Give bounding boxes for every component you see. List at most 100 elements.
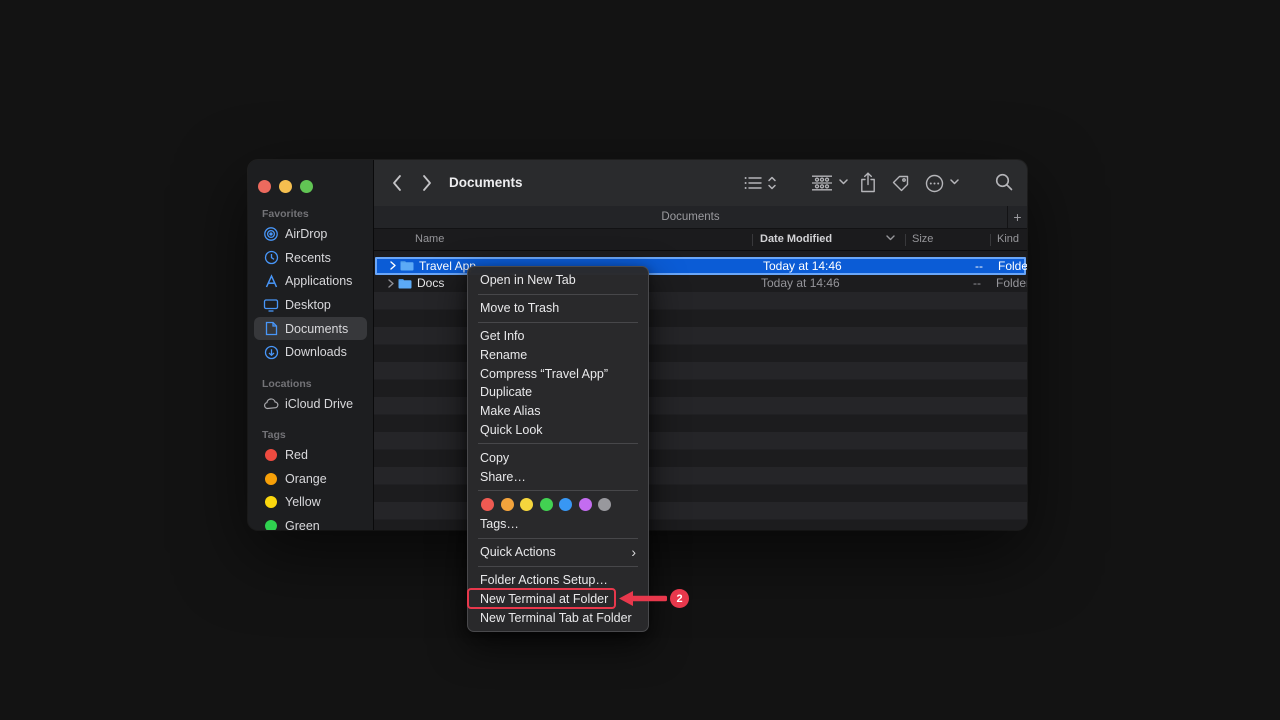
menu-item-label: Folder Actions Setup…	[480, 573, 608, 587]
file-kind: Folder	[998, 259, 1027, 273]
window-title: Documents	[449, 175, 523, 190]
menu-item-rename[interactable]: Rename	[468, 345, 648, 364]
column-header-date-modified[interactable]: Date Modified	[760, 233, 832, 245]
column-header-kind[interactable]: Kind	[997, 233, 1019, 245]
column-header-name[interactable]: Name	[415, 233, 444, 245]
menu-separator	[478, 294, 638, 295]
menu-separator	[478, 538, 638, 539]
menu-item-make-alias[interactable]: Make Alias	[468, 402, 648, 421]
desktop: Favorites AirDrop Recents	[0, 0, 1280, 720]
tag-swatch-gray[interactable]	[598, 498, 611, 511]
sidebar: Favorites AirDrop Recents	[248, 160, 374, 530]
new-tab-button[interactable]: +	[1007, 206, 1027, 228]
menu-item-duplicate[interactable]: Duplicate	[468, 383, 648, 402]
file-date-modified: Today at 14:46	[763, 259, 842, 273]
menu-item-label: Open in New Tab	[480, 273, 576, 287]
window-controls	[258, 180, 313, 193]
menu-item-open-in-new-tab[interactable]: Open in New Tab	[468, 271, 648, 290]
menu-item-label: New Terminal Tab at Folder	[480, 611, 632, 625]
menu-item-compress[interactable]: Compress “Travel App”	[468, 364, 648, 383]
minimize-button[interactable]	[279, 180, 292, 193]
column-divider[interactable]	[990, 234, 991, 246]
menu-item-folder-actions-setup[interactable]: Folder Actions Setup…	[468, 571, 648, 590]
airdrop-icon	[261, 226, 281, 242]
sidebar-item-label: Green	[285, 519, 320, 530]
menu-item-new-terminal-tab-at-folder[interactable]: New Terminal Tab at Folder	[468, 608, 648, 627]
sidebar-item-icloud-drive[interactable]: iCloud Drive	[254, 392, 367, 416]
tag-swatch-orange[interactable]	[501, 498, 514, 511]
sidebar-section-favorites: Favorites AirDrop Recents	[248, 208, 373, 364]
sidebar-item-tag-orange[interactable]: Orange	[254, 467, 367, 491]
tag-swatch-green[interactable]	[540, 498, 553, 511]
sidebar-section-tags: Tags Red Orange Yellow Green	[248, 429, 373, 530]
zoom-button[interactable]	[300, 180, 313, 193]
menu-item-label: New Terminal at Folder	[480, 592, 608, 606]
sidebar-item-recents[interactable]: Recents	[254, 246, 367, 270]
tag-swatch-red[interactable]	[481, 498, 494, 511]
sidebar-item-applications[interactable]: Applications	[254, 269, 367, 293]
file-date-modified: Today at 14:46	[761, 275, 840, 293]
tag-swatch-row	[468, 495, 648, 515]
forward-icon[interactable]	[421, 174, 433, 192]
menu-item-copy[interactable]: Copy	[468, 448, 648, 467]
desktop-icon	[261, 298, 281, 312]
view-updown-chevron-icon[interactable]	[767, 175, 777, 191]
close-button[interactable]	[258, 180, 271, 193]
menu-item-move-to-trash[interactable]: Move to Trash	[468, 299, 648, 318]
menu-item-label: Share…	[480, 470, 526, 484]
menu-item-tags[interactable]: Tags…	[468, 515, 648, 534]
menu-item-label: Make Alias	[480, 404, 540, 418]
menu-item-share[interactable]: Share…	[468, 467, 648, 486]
tag-icon[interactable]	[892, 175, 909, 192]
disclosure-chevron-icon[interactable]	[388, 279, 394, 288]
menu-item-label: Get Info	[480, 329, 524, 343]
group-icon[interactable]	[811, 175, 833, 191]
sidebar-item-desktop[interactable]: Desktop	[254, 293, 367, 317]
disclosure-chevron-icon[interactable]	[390, 261, 396, 270]
document-icon	[261, 321, 281, 336]
menu-item-label: Duplicate	[480, 385, 532, 399]
tag-swatch-purple[interactable]	[579, 498, 592, 511]
sidebar-item-airdrop[interactable]: AirDrop	[254, 222, 367, 246]
file-size: --	[933, 259, 983, 273]
menu-item-new-terminal-at-folder[interactable]: New Terminal at Folder 2	[468, 589, 648, 608]
cloud-icon	[261, 398, 281, 410]
group-chevron-down-icon[interactable]	[839, 179, 848, 185]
search-icon[interactable]	[995, 173, 1013, 191]
applications-icon	[261, 274, 281, 289]
sort-chevron-down-icon	[886, 235, 895, 241]
sidebar-item-label: Yellow	[285, 495, 321, 509]
view-list-icon[interactable]	[744, 176, 762, 190]
share-icon[interactable]	[860, 172, 876, 193]
sidebar-item-documents[interactable]: Documents	[254, 317, 367, 341]
tag-swatch-yellow[interactable]	[520, 498, 533, 511]
column-header-row: Name Date Modified Size Kind	[374, 229, 1027, 251]
folder-icon	[398, 278, 412, 289]
menu-item-quick-actions[interactable]: Quick Actions ›	[468, 543, 648, 562]
menu-item-label: Compress “Travel App”	[480, 367, 608, 381]
menu-item-get-info[interactable]: Get Info	[468, 327, 648, 346]
sidebar-item-label: Downloads	[285, 345, 347, 359]
tag-swatch-blue[interactable]	[559, 498, 572, 511]
section-label: Locations	[248, 378, 373, 392]
tab-documents[interactable]: Documents	[374, 206, 1007, 228]
clock-icon	[261, 250, 281, 265]
tag-green-icon	[261, 520, 281, 530]
sidebar-item-tag-yellow[interactable]: Yellow	[254, 490, 367, 514]
sidebar-item-tag-green[interactable]: Green	[254, 514, 367, 530]
menu-item-label: Quick Look	[480, 423, 543, 437]
menu-item-quick-look[interactable]: Quick Look	[468, 421, 648, 440]
tag-red-icon	[261, 449, 281, 461]
column-divider[interactable]	[905, 234, 906, 246]
sidebar-item-tag-red[interactable]: Red	[254, 443, 367, 467]
column-header-size[interactable]: Size	[912, 233, 933, 245]
back-icon[interactable]	[391, 174, 403, 192]
sidebar-item-label: Recents	[285, 251, 331, 265]
more-icon[interactable]	[925, 174, 944, 193]
more-chevron-down-icon[interactable]	[950, 179, 959, 185]
sidebar-item-label: Orange	[285, 472, 327, 486]
sidebar-item-label: Documents	[285, 322, 348, 336]
column-divider[interactable]	[752, 234, 753, 246]
sidebar-item-downloads[interactable]: Downloads	[254, 340, 367, 364]
context-menu: Open in New Tab Move to Trash Get Info R…	[467, 266, 649, 632]
